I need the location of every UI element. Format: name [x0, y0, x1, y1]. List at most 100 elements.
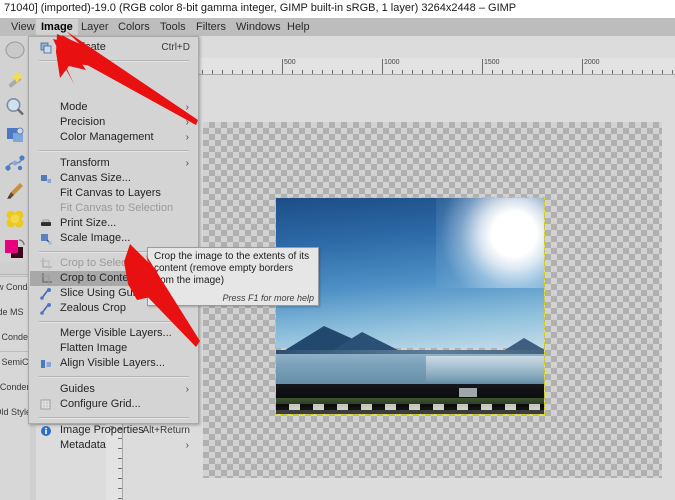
ruler-tick [292, 70, 293, 74]
menu-item-metadata[interactable]: Metadata › [30, 438, 197, 453]
menu-item-precision[interactable]: Precision › [30, 115, 197, 130]
left-dock-font-panel[interactable]: Arial Narrow Condensed Arial Unicode MS Ba… [0, 262, 31, 500]
info-icon [40, 425, 52, 437]
chevron-right-icon: › [185, 158, 189, 169]
toolbox[interactable] [0, 36, 31, 262]
menu-separator [39, 376, 189, 378]
font-list-item[interactable]: Bahnschrift SemiCondensed [0, 355, 30, 369]
menu-bar[interactable]: View Image Layer Colors Tools Filters Windows H… [0, 18, 675, 36]
ruler-tick [632, 70, 633, 74]
menu-item-duplicate[interactable]: Duplicate Ctrl+D [30, 40, 197, 55]
gimp-window: 71040] (imported)-19.0 (RGB color 8-bit … [0, 0, 675, 500]
menu-item-shortcut: Alt+Return [142, 425, 190, 436]
ruler-tick [242, 70, 243, 74]
menu-item-transform[interactable]: Transform › [30, 156, 197, 171]
menu-item-label: Merge Visible Layers... [60, 327, 172, 339]
menu-item-configure-grid[interactable]: Configure Grid... [30, 397, 197, 412]
ruler-tick [312, 70, 313, 74]
ruler-tick [592, 70, 593, 74]
chevron-right-icon: › [185, 132, 189, 143]
menu-item-image-properties[interactable]: Image Properties Alt+Return [30, 423, 197, 438]
ruler-major-tick [282, 59, 283, 74]
menu-item-mode[interactable]: Mode › [30, 100, 197, 115]
photo-water-reflection [426, 356, 544, 382]
tooltip-text: Crop the image to the extents of its con… [154, 251, 310, 286]
image-menu-dropdown[interactable]: Duplicate Ctrl+D Mode › Precision › Color Mana… [28, 36, 199, 451]
menubar-item-help[interactable]: Help [282, 19, 315, 35]
ruler-tick [532, 70, 533, 74]
font-list-item[interactable]: Bodoni MT Condensed [0, 380, 30, 394]
paths-tool-icon[interactable] [4, 152, 26, 174]
ruler-label: 1500 [484, 59, 500, 66]
menubar-item-image[interactable]: Image [36, 19, 78, 35]
ruler-tick [642, 70, 643, 74]
menu-item-label: Flatten Image [60, 342, 128, 354]
zoom-tool-icon[interactable] [4, 96, 26, 118]
font-list-item[interactable]: Calibri Bold [0, 455, 30, 469]
photo-mountain-left-second [330, 332, 402, 352]
ruler-tick [372, 70, 373, 74]
menu-item-fit-canvas-to-layers[interactable]: Fit Canvas to Layers [30, 186, 197, 201]
slice-icon [40, 288, 52, 300]
menu-separator [39, 60, 189, 62]
vertical-ruler-tick [118, 488, 122, 489]
menubar-item-colors[interactable]: Colors [113, 19, 155, 35]
ruler-tick [502, 70, 503, 74]
menu-item-label: Fit Canvas to Layers [60, 187, 161, 199]
image-photo-seaside[interactable] [275, 197, 545, 415]
menu-item-color-management[interactable]: Color Management › [30, 130, 197, 145]
chevron-right-icon: › [185, 440, 189, 451]
font-list-item[interactable]: Bookman Old Style Bold, Condensed [0, 405, 30, 419]
font-list-item[interactable]: Arial Unicode MS [0, 305, 30, 319]
menubar-item-layer[interactable]: Layer [76, 19, 114, 35]
menu-item-print-size[interactable]: Print Size... [30, 216, 197, 231]
photo-road [276, 410, 544, 414]
menu-item-canvas-size[interactable]: Canvas Size... [30, 171, 197, 186]
menu-item-label: Crop to Selection [60, 257, 145, 269]
foreground-background-color-swatch[interactable] [4, 238, 26, 262]
menu-item-label: Zealous Crop [60, 302, 127, 314]
ruler-tick [262, 70, 263, 74]
menu-item-label: Image Properties [60, 424, 144, 436]
warp-transform-icon[interactable] [4, 208, 26, 230]
ruler-tick [572, 70, 573, 74]
ruler-label: 2000 [584, 59, 600, 66]
ruler-tick [612, 70, 613, 74]
ruler-label: 500 [284, 59, 296, 66]
ruler-tick [432, 70, 433, 74]
ruler-tick [442, 70, 443, 74]
menu-separator [39, 321, 189, 323]
paintbrush-icon[interactable] [4, 180, 26, 202]
move-tool-icon[interactable] [4, 124, 26, 146]
ellipse-select-icon[interactable] [4, 40, 26, 62]
menu-item-label: Align Visible Layers... [60, 357, 165, 369]
ruler-tick [652, 70, 653, 74]
ruler-tick [352, 70, 353, 74]
menubar-item-filters[interactable]: Filters [191, 19, 231, 35]
menu-item-align-visible-layers[interactable]: Align Visible Layers... [30, 356, 197, 371]
ruler-tick [562, 70, 563, 74]
menu-item-scale-image[interactable]: Scale Image... [30, 231, 197, 246]
tooltip-help-hint: Press F1 for more help [222, 293, 314, 303]
ruler-tick [672, 70, 673, 74]
ruler-tick [662, 70, 663, 74]
title-bar: 71040] (imported)-19.0 (RGB color 8-bit … [0, 0, 675, 19]
crop-icon [40, 258, 52, 270]
tooltip-crop-to-content: Crop the image to the extents of its con… [147, 247, 319, 306]
menu-item-flatten-image[interactable]: Flatten Image [30, 341, 197, 356]
horizontal-ruler[interactable]: 50010001500200025003000 [196, 58, 675, 75]
menubar-item-view[interactable]: View [6, 19, 40, 35]
slice-icon [40, 303, 52, 315]
font-list-item[interactable]: Bahnschrift Condensed [0, 330, 30, 344]
ruler-tick [512, 70, 513, 74]
menu-item-label: Duplicate [60, 41, 106, 53]
font-list-item[interactable]: Arial Narrow Condensed [0, 280, 30, 294]
font-list-item[interactable]: Calibri [0, 430, 30, 444]
menu-item-merge-visible-layers[interactable]: Merge Visible Layers... [30, 326, 197, 341]
menubar-item-windows[interactable]: Windows [231, 19, 286, 35]
magic-wand-icon[interactable] [4, 68, 26, 90]
menu-item-guides[interactable]: Guides › [30, 382, 197, 397]
ruler-tick [452, 70, 453, 74]
menubar-item-tools[interactable]: Tools [155, 19, 191, 35]
ruler-tick [422, 70, 423, 74]
